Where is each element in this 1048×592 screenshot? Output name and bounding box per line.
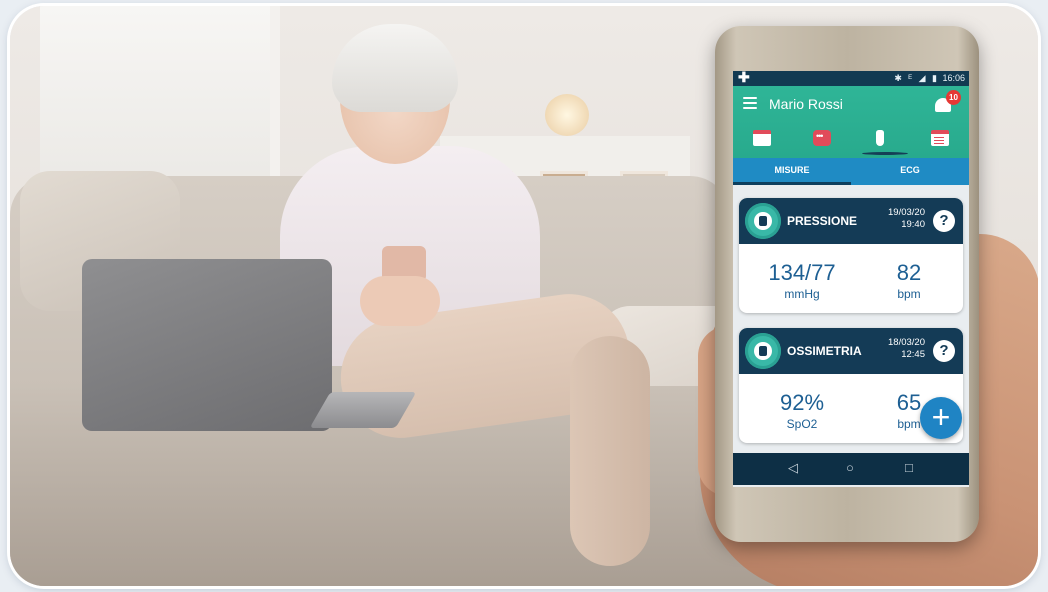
- card-timestamp: 19/03/20 19:40: [888, 207, 925, 231]
- woman-hair: [332, 24, 458, 112]
- tab-ecg[interactable]: ECG: [851, 158, 969, 185]
- woman-shin: [570, 336, 650, 566]
- recents-button[interactable]: □: [905, 460, 913, 475]
- app-logo-icon: ✚: [738, 71, 750, 85]
- secondary-value: 82 bpm: [879, 260, 939, 301]
- menu-icon[interactable]: [743, 97, 757, 109]
- phone-screen: ✚ ✱ ᴱ ◢ ▮ 16:06 Mario Rossi 10 MISURE EC…: [733, 71, 969, 487]
- primary-value: 92% SpO2: [757, 390, 847, 431]
- add-measurement-button[interactable]: +: [920, 397, 962, 439]
- card-time: 12:45: [901, 349, 925, 360]
- status-time: 16:06: [942, 73, 965, 83]
- help-icon[interactable]: ?: [933, 340, 955, 362]
- calendar-icon[interactable]: [753, 130, 771, 146]
- measurement-card-pressione[interactable]: PRESSIONE 19/03/20 19:40 ? 134/77 mmHg 8…: [739, 198, 963, 313]
- value-number: 82: [896, 260, 922, 285]
- chat-icon[interactable]: [813, 130, 831, 146]
- status-icons: ✱ ᴱ ◢ ▮: [894, 73, 939, 83]
- notifications-button[interactable]: 10: [933, 90, 961, 116]
- app-header: Mario Rossi 10: [733, 86, 969, 158]
- value-unit: bpm: [897, 287, 921, 301]
- card-title: PRESSIONE: [787, 214, 858, 228]
- card-timestamp: 18/03/20 12:45: [888, 337, 925, 361]
- woman-hand: [360, 276, 440, 326]
- primary-value: 134/77 mmHg: [757, 260, 847, 301]
- laptop: [82, 259, 332, 431]
- value-unit: mmHg: [784, 287, 820, 301]
- clipboard-icon[interactable]: [931, 130, 949, 146]
- value-unit: SpO2: [786, 417, 818, 431]
- android-nav-bar: ◁ ○ □: [733, 453, 969, 485]
- tab-bar: MISURE ECG: [733, 158, 969, 185]
- card-title: OSSIMETRIA: [787, 344, 862, 358]
- status-bar: ✚ ✱ ᴱ ◢ ▮ 16:06: [733, 71, 969, 86]
- blood-pressure-icon: [745, 203, 781, 239]
- section-icon-bar: [733, 126, 969, 155]
- tab-misure[interactable]: MISURE: [733, 158, 851, 185]
- notification-badge: 10: [946, 90, 961, 105]
- card-time: 19:40: [901, 219, 925, 230]
- value-number: 134/77: [768, 260, 836, 285]
- home-button[interactable]: ○: [846, 460, 854, 475]
- card-date: 18/03/20: [888, 337, 925, 348]
- card-header: OSSIMETRIA 18/03/20 12:45 ?: [739, 328, 963, 374]
- thermometer-icon[interactable]: [862, 130, 908, 155]
- oximeter-icon: [745, 333, 781, 369]
- lamp: [545, 94, 589, 136]
- value-number: 92%: [779, 390, 825, 415]
- card-date: 19/03/20: [888, 207, 925, 218]
- user-name: Mario Rossi: [769, 96, 843, 112]
- back-button[interactable]: ◁: [788, 460, 798, 476]
- help-icon[interactable]: ?: [933, 210, 955, 232]
- card-header: PRESSIONE 19/03/20 19:40 ?: [739, 198, 963, 244]
